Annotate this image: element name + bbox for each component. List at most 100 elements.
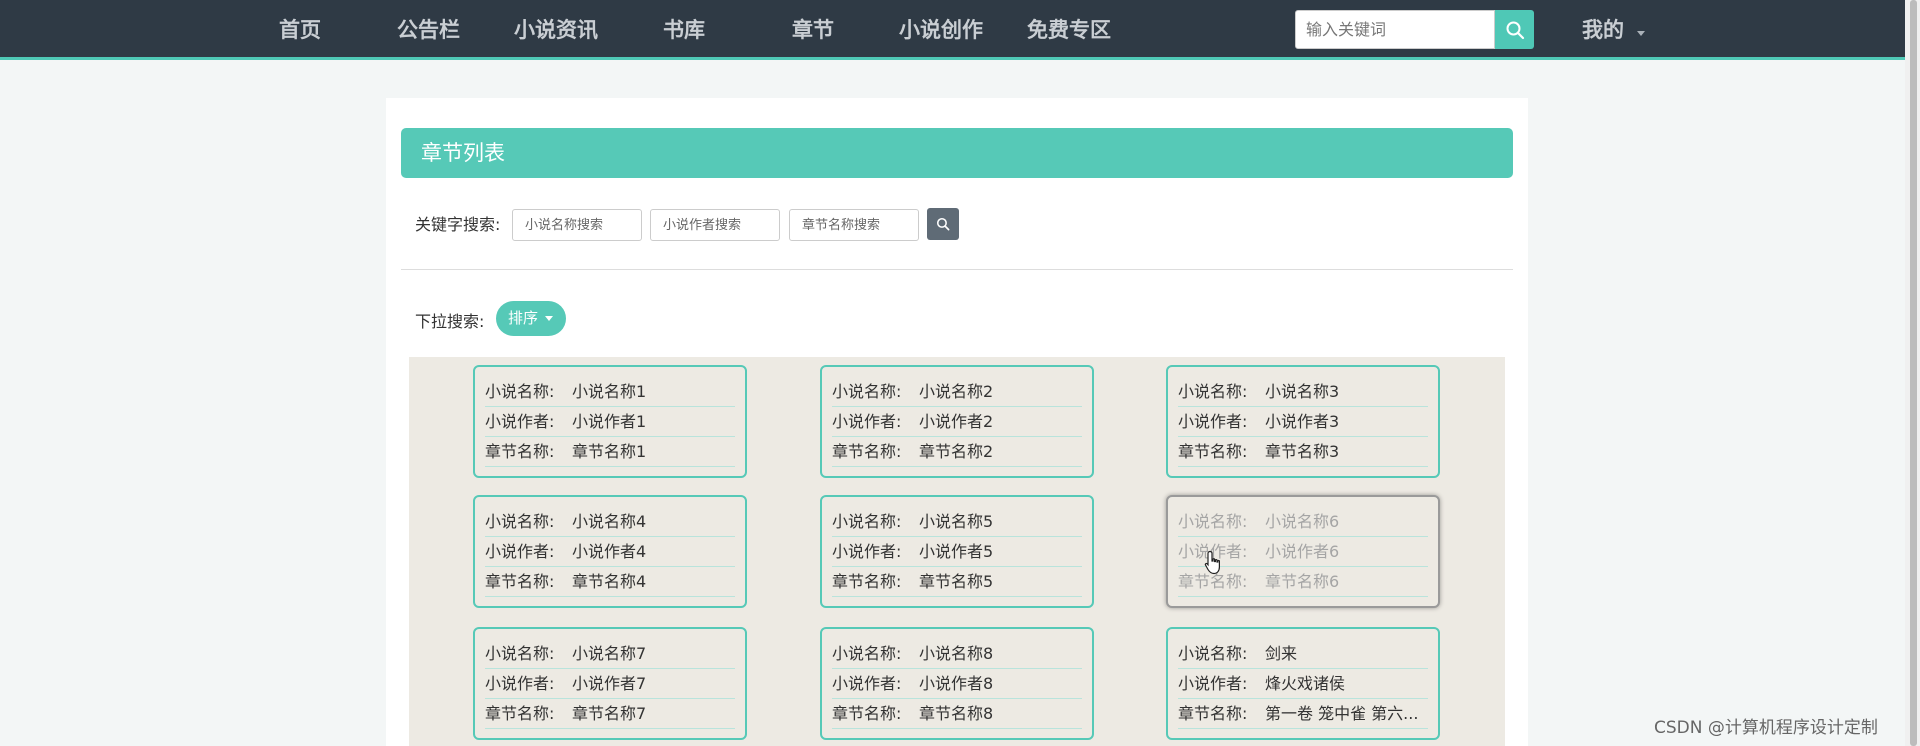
sort-dropdown-button[interactable]: 排序 — [496, 301, 566, 336]
my-account-menu[interactable]: 我的 — [1582, 0, 1624, 60]
card-field-label: 小说名称: — [1178, 644, 1248, 663]
card-field-value: 章节名称8 — [919, 704, 994, 723]
caret-down-icon — [1637, 31, 1645, 36]
chapter-card[interactable]: 小说名称: 小说名称8 小说作者: 小说作者8 章节名称: 章节名称8 — [820, 627, 1094, 740]
card-field-label: 小说作者: — [485, 542, 555, 561]
nav-search-input[interactable] — [1295, 10, 1495, 49]
card-field-value: 章节名称5 — [919, 572, 994, 591]
card-field-label: 小说作者: — [832, 412, 902, 431]
card-field-value: 章节名称2 — [919, 442, 994, 461]
card-field-value: 章节名称7 — [572, 704, 647, 723]
card-field-label: 小说作者: — [485, 674, 555, 693]
page-scrollbar-thumb[interactable] — [1910, 0, 1917, 746]
card-field-value: 小说名称2 — [919, 382, 994, 401]
card-field-label: 章节名称: — [485, 442, 555, 461]
chapter-name-search-input[interactable] — [789, 209, 919, 241]
card-field-label: 小说名称: — [485, 382, 555, 401]
card-field-value: 小说作者8 — [919, 674, 994, 693]
chapter-card[interactable]: 小说名称: 小说名称3 小说作者: 小说作者3 章节名称: 章节名称3 — [1166, 365, 1440, 478]
card-field-value: 小说名称6 — [1265, 512, 1340, 531]
filter-search-button[interactable] — [927, 208, 959, 240]
nav-free-zone[interactable]: 免费专区 — [1027, 0, 1111, 60]
card-field-label: 小说作者: — [832, 674, 902, 693]
card-row-novel-author: 小说作者: 烽火戏诸侯 — [1178, 669, 1428, 699]
card-row-novel-author: 小说作者: 小说作者8 — [832, 669, 1082, 699]
card-row-novel-name: 小说名称: 小说名称2 — [832, 377, 1082, 407]
nav-home[interactable]: 首页 — [279, 0, 321, 60]
novel-author-search-input[interactable] — [650, 209, 780, 241]
card-field-value: 剑来 — [1265, 644, 1298, 663]
card-row-chapter-name: 章节名称: 章节名称3 — [1178, 437, 1428, 467]
nav-novel-news[interactable]: 小说资讯 — [514, 0, 598, 60]
caret-down-icon — [545, 316, 553, 321]
card-field-label: 小说名称: — [832, 644, 902, 663]
card-row-novel-name: 小说名称: 小说名称5 — [832, 507, 1082, 537]
card-field-value: 章节名称4 — [572, 572, 647, 591]
card-row-chapter-name: 章节名称: 章节名称5 — [832, 567, 1082, 597]
card-row-novel-author: 小说作者: 小说作者4 — [485, 537, 735, 567]
card-field-label: 章节名称: — [485, 704, 555, 723]
nav-announcements[interactable]: 公告栏 — [397, 0, 460, 60]
card-field-value: 小说名称5 — [919, 512, 994, 531]
card-field-value: 章节名称3 — [1265, 442, 1340, 461]
card-row-chapter-name: 章节名称: 章节名称4 — [485, 567, 735, 597]
card-field-label: 小说名称: — [1178, 382, 1248, 401]
card-field-label: 章节名称: — [1178, 704, 1248, 723]
chapter-card[interactable]: 小说名称: 小说名称2 小说作者: 小说作者2 章节名称: 章节名称2 — [820, 365, 1094, 478]
search-icon — [1506, 21, 1524, 39]
card-field-label: 章节名称: — [485, 572, 555, 591]
card-field-value: 小说作者1 — [572, 412, 647, 431]
card-field-value: 小说名称8 — [919, 644, 994, 663]
card-field-label: 小说名称: — [485, 644, 555, 663]
card-row-chapter-name: 章节名称: 第一卷 笼中雀 第六... — [1178, 699, 1428, 729]
card-field-value: 烽火戏诸侯 — [1265, 674, 1346, 693]
card-field-value: 小说作者3 — [1265, 412, 1340, 431]
card-row-chapter-name: 章节名称: 章节名称2 — [832, 437, 1082, 467]
card-row-novel-author: 小说作者: 小说作者5 — [832, 537, 1082, 567]
card-field-label: 小说作者: — [1178, 412, 1248, 431]
card-field-value: 小说名称3 — [1265, 382, 1340, 401]
chapter-card[interactable]: 小说名称: 剑来 小说作者: 烽火戏诸侯 章节名称: 第一卷 笼中雀 第六... — [1166, 627, 1440, 740]
card-row-chapter-name: 章节名称: 章节名称7 — [485, 699, 735, 729]
card-field-value: 小说作者7 — [572, 674, 647, 693]
card-field-label: 小说名称: — [832, 382, 902, 401]
card-field-label: 章节名称: — [832, 442, 902, 461]
card-field-value: 小说作者6 — [1265, 542, 1340, 561]
card-field-value: 章节名称1 — [572, 442, 647, 461]
card-field-label: 小说名称: — [485, 512, 555, 531]
card-field-label: 章节名称: — [832, 572, 902, 591]
card-field-value: 小说名称1 — [572, 382, 647, 401]
card-row-chapter-name: 章节名称: 章节名称1 — [485, 437, 735, 467]
chapter-list-title: 章节列表 — [401, 128, 1513, 178]
card-row-novel-name: 小说名称: 小说名称6 — [1178, 507, 1428, 537]
nav-library[interactable]: 书库 — [663, 0, 705, 60]
csdn-watermark: CSDN @计算机程序设计定制 — [1654, 718, 1878, 738]
card-field-value: 小说作者4 — [572, 542, 647, 561]
search-icon — [936, 217, 950, 231]
novel-name-search-input[interactable] — [512, 209, 642, 241]
chapter-card[interactable]: 小说名称: 小说名称7 小说作者: 小说作者7 章节名称: 章节名称7 — [473, 627, 747, 740]
card-row-novel-name: 小说名称: 小说名称1 — [485, 377, 735, 407]
card-field-value: 小说名称4 — [572, 512, 647, 531]
chapter-card[interactable]: 小说名称: 小说名称5 小说作者: 小说作者5 章节名称: 章节名称5 — [820, 495, 1094, 608]
card-field-label: 小说名称: — [832, 512, 902, 531]
chapter-card[interactable]: 小说名称: 小说名称1 小说作者: 小说作者1 章节名称: 章节名称1 — [473, 365, 747, 478]
nav-chapters[interactable]: 章节 — [792, 0, 834, 60]
card-row-novel-author: 小说作者: 小说作者1 — [485, 407, 735, 437]
card-field-value: 小说作者2 — [919, 412, 994, 431]
card-field-label: 小说作者: — [485, 412, 555, 431]
sort-button-label: 排序 — [508, 309, 539, 327]
card-field-label: 小说作者: — [1178, 674, 1248, 693]
nav-novel-writing[interactable]: 小说创作 — [899, 0, 983, 60]
card-field-value: 第一卷 笼中雀 第六... — [1265, 704, 1419, 723]
nav-search-button[interactable] — [1495, 10, 1534, 49]
card-field-value: 小说作者5 — [919, 542, 994, 561]
card-field-label: 章节名称: — [1178, 442, 1248, 461]
filter-divider — [401, 269, 1513, 270]
card-row-novel-name: 小说名称: 剑来 — [1178, 639, 1428, 669]
top-nav-bar: 首页 公告栏 小说资讯 书库 章节 小说创作 免费专区 我的 — [0, 0, 1920, 60]
chapter-card[interactable]: 小说名称: 小说名称4 小说作者: 小说作者4 章节名称: 章节名称4 — [473, 495, 747, 608]
card-row-novel-name: 小说名称: 小说名称4 — [485, 507, 735, 537]
keyword-search-label: 关键字搜索: — [415, 215, 501, 234]
card-field-label: 小说名称: — [1178, 512, 1248, 531]
